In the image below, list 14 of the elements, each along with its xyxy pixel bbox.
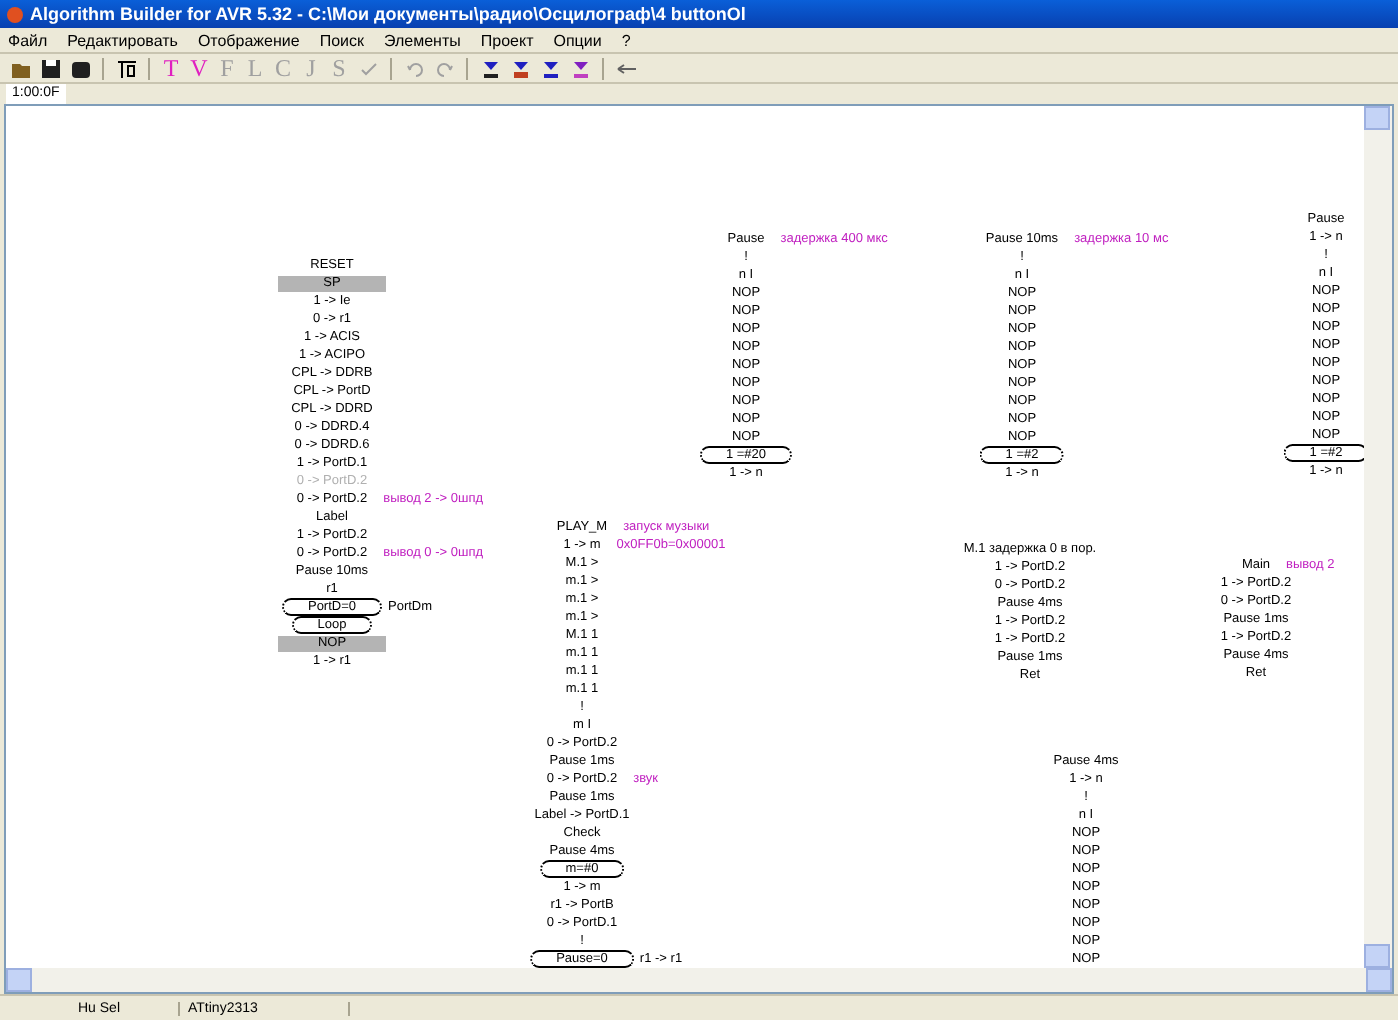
menu-item[interactable]: Элементы xyxy=(383,31,461,49)
save-icon[interactable] xyxy=(39,57,61,79)
window-title: Algorithm Builder for AVR 5.32 - C:\Мои документы\радио\Осцилограф\4 buttonOl xyxy=(30,4,746,24)
app-icon xyxy=(6,5,24,23)
menu-item[interactable]: Файл xyxy=(8,31,48,49)
menu-item[interactable]: Поиск xyxy=(319,31,364,49)
menu-item[interactable]: Отображение xyxy=(197,31,300,49)
horizontal-scrollbar[interactable] xyxy=(6,968,1392,992)
menu-item[interactable]: Проект xyxy=(480,31,534,49)
menu-item[interactable]: ? xyxy=(621,31,631,49)
menu-item[interactable]: Редактировать xyxy=(67,31,178,49)
menu-item[interactable]: Опции xyxy=(553,31,602,49)
vertical-scrollbar[interactable] xyxy=(1364,106,1392,968)
check-icon[interactable] xyxy=(357,57,379,79)
